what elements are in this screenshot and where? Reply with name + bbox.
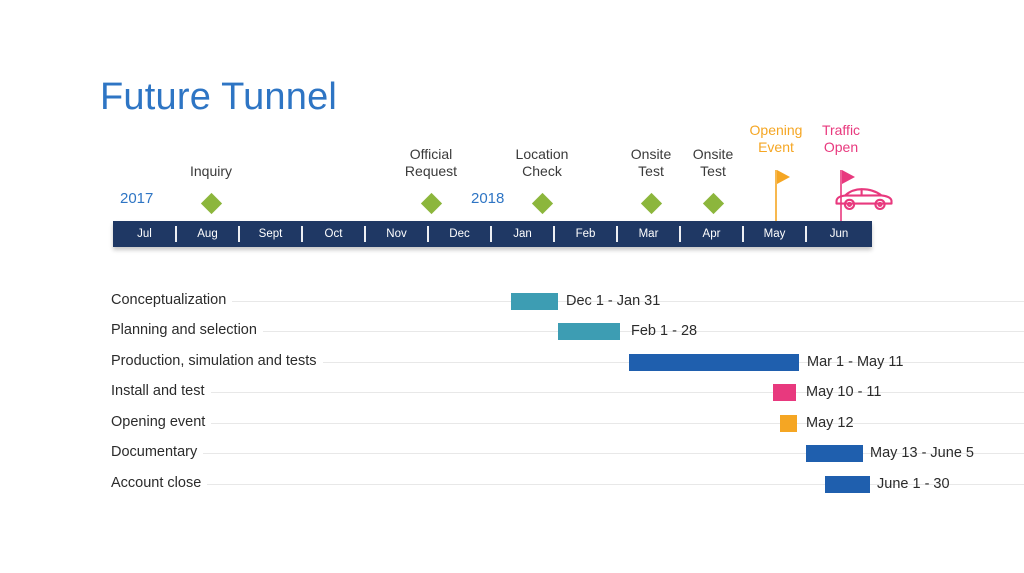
gantt-row: Install and test May 10 - 11: [0, 371, 1024, 401]
gantt-task-label: Documentary: [111, 444, 204, 460]
flag-label: Traffic Open: [821, 122, 861, 155]
gantt-row: Documentary May 13 - June 5: [0, 432, 1024, 462]
month-separator: [364, 226, 366, 242]
row-guide-line: [111, 392, 1024, 393]
diamond-icon: [531, 192, 553, 215]
month-separator: [175, 226, 177, 242]
gantt-task-label: Opening event: [111, 414, 212, 430]
month-tick-may: May: [763, 228, 786, 240]
gantt-bar: [780, 415, 797, 432]
gantt-task-label: Install and test: [111, 383, 211, 399]
gantt-row: Planning and selection Feb 1 - 28: [0, 310, 1024, 340]
month-separator: [616, 226, 618, 242]
milestone-label: Inquiry: [189, 163, 233, 179]
month-tick-apr: Apr: [702, 228, 721, 240]
slide-canvas: Future Tunnel 2017 2018 Inquiry Official R…: [0, 0, 1024, 573]
gantt-bar-caption: May 13 - June 5: [870, 445, 974, 461]
month-separator: [301, 226, 303, 242]
gantt-bar-caption: Mar 1 - May 11: [807, 354, 904, 370]
gantt-bar-caption: May 10 - 11: [806, 384, 882, 400]
month-separator: [805, 226, 807, 242]
timeline-band: 2017 2018 Inquiry Official Request Location…: [0, 0, 1024, 270]
month-separator: [238, 226, 240, 242]
milestone-label: Official Request: [404, 146, 458, 179]
gantt-row: Production, simulation and tests Mar 1 - …: [0, 341, 1024, 371]
month-tick-mar: Mar: [638, 228, 659, 240]
month-separator: [553, 226, 555, 242]
gantt-row: Conceptualization Dec 1 - Jan 31: [0, 280, 1024, 310]
gantt-bar: [629, 354, 799, 371]
milestone-marker: Official Request: [371, 0, 491, 220]
gantt-bar-caption: Dec 1 - Jan 31: [566, 293, 661, 309]
gantt-task-label: Production, simulation and tests: [111, 353, 323, 369]
year-label-2017: 2017: [120, 190, 154, 207]
gantt-bar-caption: Feb 1 - 28: [631, 323, 698, 339]
gantt-bar-caption: June 1 - 30: [877, 476, 950, 492]
month-separator: [427, 226, 429, 242]
gantt-task-label: Conceptualization: [111, 292, 233, 308]
gantt-row: Opening event May 12: [0, 402, 1024, 432]
gantt-bar-caption: May 12: [806, 415, 854, 431]
gantt-task-label: Account close: [111, 475, 208, 491]
gantt-bar: [825, 476, 870, 493]
gantt-row: Account close June 1 - 30: [0, 463, 1024, 493]
gantt-task-label: Planning and selection: [111, 322, 263, 338]
month-separator: [742, 226, 744, 242]
milestone-label: Location Check: [515, 146, 569, 179]
diamond-icon: [420, 192, 442, 215]
milestone-marker: Inquiry: [151, 0, 271, 220]
month-tick-dec: Dec: [449, 228, 470, 240]
gantt-bar: [511, 293, 558, 310]
gantt-bar: [558, 323, 620, 340]
month-tick-nov: Nov: [386, 228, 407, 240]
month-separator: [679, 226, 681, 242]
diamond-icon: [200, 192, 222, 215]
car-icon: [832, 182, 896, 219]
month-tick-aug: Aug: [197, 228, 218, 240]
month-tick-feb: Feb: [575, 228, 596, 240]
gantt-bar: [773, 384, 796, 401]
row-guide-line: [111, 423, 1024, 424]
milestone-marker: Location Check: [482, 0, 602, 220]
month-tick-jun: Jun: [829, 228, 849, 240]
month-tick-oct: Oct: [324, 228, 343, 240]
month-tick-jul: Jul: [137, 228, 152, 240]
month-tick-sept: Sept: [258, 228, 283, 240]
gantt-chart: Conceptualization Dec 1 - Jan 31 Planning …: [0, 270, 1024, 530]
gantt-bar: [806, 445, 863, 462]
month-tick-jan: Jan: [513, 228, 532, 240]
month-separator: [490, 226, 492, 242]
month-axis-bar: Jul Aug Sept Oct Nov Dec Jan Feb Mar Apr May Jun: [113, 221, 872, 247]
